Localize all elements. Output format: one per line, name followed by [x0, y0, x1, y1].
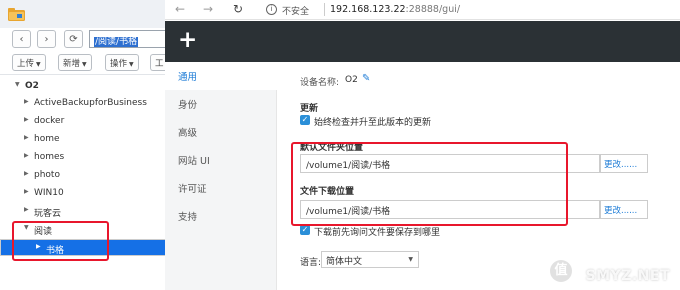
caret-right-icon: ▶ — [24, 116, 29, 123]
url-host: 192.168.123.22 — [330, 4, 406, 15]
tree-item-label: photo — [34, 170, 60, 180]
forward-button[interactable]: › — [37, 30, 56, 48]
sidebar-item-label: 网站 UI — [178, 156, 210, 167]
caret-right-icon: ▶ — [24, 134, 29, 141]
tools-label: 工 — [155, 59, 164, 69]
change-button-label: 更改...... — [604, 160, 638, 170]
tree-item-label: docker — [34, 116, 65, 126]
watermark-badge: 值 — [550, 260, 572, 282]
highlight-box-tree — [12, 221, 109, 261]
upload-label: 上传 — [17, 59, 35, 69]
refresh-button[interactable]: ⟳ — [64, 30, 83, 48]
screenshot: ‹ › ⟳ /阅读/书格 上传 ▼ 新增 ▼ 操作 ▼ 工 ▼ O2 ▶ Act… — [0, 0, 680, 290]
tree-item-wankeyun[interactable]: ▶ 玩客云 — [0, 203, 170, 221]
settings-content: 设备名称: O2 ✎ 更新 ✓ 始终检查并升至此版本的更新 默认文件夹位置 /v… — [278, 62, 680, 290]
language-label: 语言: — [300, 258, 322, 268]
back-button[interactable]: ‹ — [12, 30, 31, 48]
forward-arrow-icon[interactable]: → — [203, 2, 213, 16]
address-divider — [324, 3, 325, 16]
highlight-box-folders — [291, 142, 568, 226]
path-input[interactable]: /阅读/书格 — [89, 30, 170, 48]
caret-down-icon: ▼ — [15, 81, 20, 88]
caret-down-icon: ▼ — [129, 61, 134, 68]
caret-right-icon: ▶ — [24, 152, 29, 159]
folder-app-icon — [8, 8, 25, 21]
back-arrow-icon[interactable]: ← — [175, 2, 185, 16]
tree-item-activebackup[interactable]: ▶ ActiveBackupforBusiness — [0, 95, 170, 113]
url-text[interactable]: 192.168.123.22:28888/gui/ — [330, 4, 460, 15]
tree-item-label: 玩客云 — [34, 209, 62, 219]
caret-right-icon: ▶ — [24, 170, 29, 177]
tree-root-label: O2 — [25, 81, 39, 91]
device-name-value: O2 — [345, 75, 358, 85]
tree-item-win10[interactable]: ▶ WIN10 — [0, 185, 170, 203]
file-station-toolbar: 上传 ▼ 新增 ▼ 操作 ▼ 工 — [0, 54, 170, 74]
change-default-folder-button[interactable]: 更改...... — [600, 154, 648, 173]
address-bar: ← → ↻ i 不安全 192.168.123.22:28888/gui/ — [165, 0, 680, 20]
action-label: 操作 — [110, 59, 128, 69]
sidebar-item-label: 许可证 — [178, 184, 207, 195]
browser-window: ← → ↻ i 不安全 192.168.123.22:28888/gui/ + … — [165, 0, 680, 290]
pencil-icon[interactable]: ✎ — [362, 73, 370, 84]
caret-down-icon: ▼ — [36, 61, 41, 68]
sidebar-item-license[interactable]: 许可证 — [165, 174, 277, 202]
tree-item-label: home — [34, 134, 60, 144]
tree-root[interactable]: ▼ O2 — [0, 78, 170, 96]
sidebar-item-support[interactable]: 支持 — [165, 202, 277, 230]
caret-right-icon: ▶ — [24, 206, 29, 213]
caret-down-icon: ▼ — [408, 256, 413, 263]
device-name-label: 设备名称: — [300, 78, 340, 88]
tree-item-label: homes — [34, 152, 65, 162]
action-button[interactable]: 操作 ▼ — [105, 54, 139, 71]
sidebar-item-identity[interactable]: 身份 — [165, 90, 277, 118]
create-label: 新增 — [63, 59, 81, 69]
change-download-folder-button[interactable]: 更改...... — [600, 200, 648, 219]
ask-save-label: 下载前先询问文件要保存到哪里 — [314, 228, 441, 238]
language-select[interactable]: 简体中文 ▼ — [321, 251, 419, 268]
sidebar-item-label: 高级 — [178, 128, 198, 139]
settings-sidebar: 通用 身份 高级 网站 UI 许可证 支持 — [165, 62, 277, 290]
sidebar-item-label: 身份 — [178, 100, 198, 111]
language-value: 简体中文 — [326, 257, 363, 267]
create-button[interactable]: 新增 ▼ — [58, 54, 92, 71]
update-heading: 更新 — [300, 104, 319, 114]
sidebar-item-general[interactable]: 通用 — [165, 62, 277, 90]
watermark-text: SMYZ.NET — [585, 268, 670, 284]
chevron-left-icon: ‹ — [19, 33, 24, 45]
upload-button[interactable]: 上传 ▼ — [12, 54, 46, 71]
caret-right-icon: ▶ — [24, 98, 29, 105]
sidebar-item-webui[interactable]: 网站 UI — [165, 146, 277, 174]
tree-item-homes[interactable]: ▶ homes — [0, 149, 170, 167]
update-check-label: 始终检查并升至此版本的更新 — [314, 118, 432, 128]
url-path: :28888/gui/ — [405, 4, 461, 15]
add-icon[interactable]: + — [178, 27, 197, 53]
tree-item-label: ActiveBackupforBusiness — [34, 98, 147, 108]
file-station-navbar: ‹ › ⟳ /阅读/书格 — [0, 28, 170, 52]
sidebar-item-label: 支持 — [178, 212, 198, 223]
caret-down-icon: ▼ — [82, 61, 87, 68]
toolbar-divider — [0, 74, 170, 75]
reload-icon[interactable]: ↻ — [233, 2, 243, 16]
update-checkbox[interactable]: ✓ — [300, 115, 310, 125]
ask-save-checkbox[interactable]: ✓ — [300, 225, 310, 235]
info-icon[interactable]: i — [266, 4, 277, 15]
sidebar-item-advanced[interactable]: 高级 — [165, 118, 277, 146]
file-station-titlebar — [0, 0, 170, 28]
file-station-window: ‹ › ⟳ /阅读/书格 上传 ▼ 新增 ▼ 操作 ▼ 工 ▼ O2 ▶ Act… — [0, 0, 170, 290]
tree-item-docker[interactable]: ▶ docker — [0, 113, 170, 131]
sidebar-item-label: 通用 — [178, 72, 198, 83]
security-label: 不安全 — [282, 7, 310, 17]
chevron-right-icon: › — [44, 33, 49, 45]
tree-item-home[interactable]: ▶ home — [0, 131, 170, 149]
path-text: /阅读/书格 — [94, 37, 139, 47]
caret-right-icon: ▶ — [24, 188, 29, 195]
tree-item-label: WIN10 — [34, 188, 64, 198]
change-button-label: 更改...... — [604, 206, 638, 216]
refresh-icon: ⟳ — [69, 33, 78, 45]
tree-item-photo[interactable]: ▶ photo — [0, 167, 170, 185]
gui-top-bar: + — [165, 21, 680, 62]
